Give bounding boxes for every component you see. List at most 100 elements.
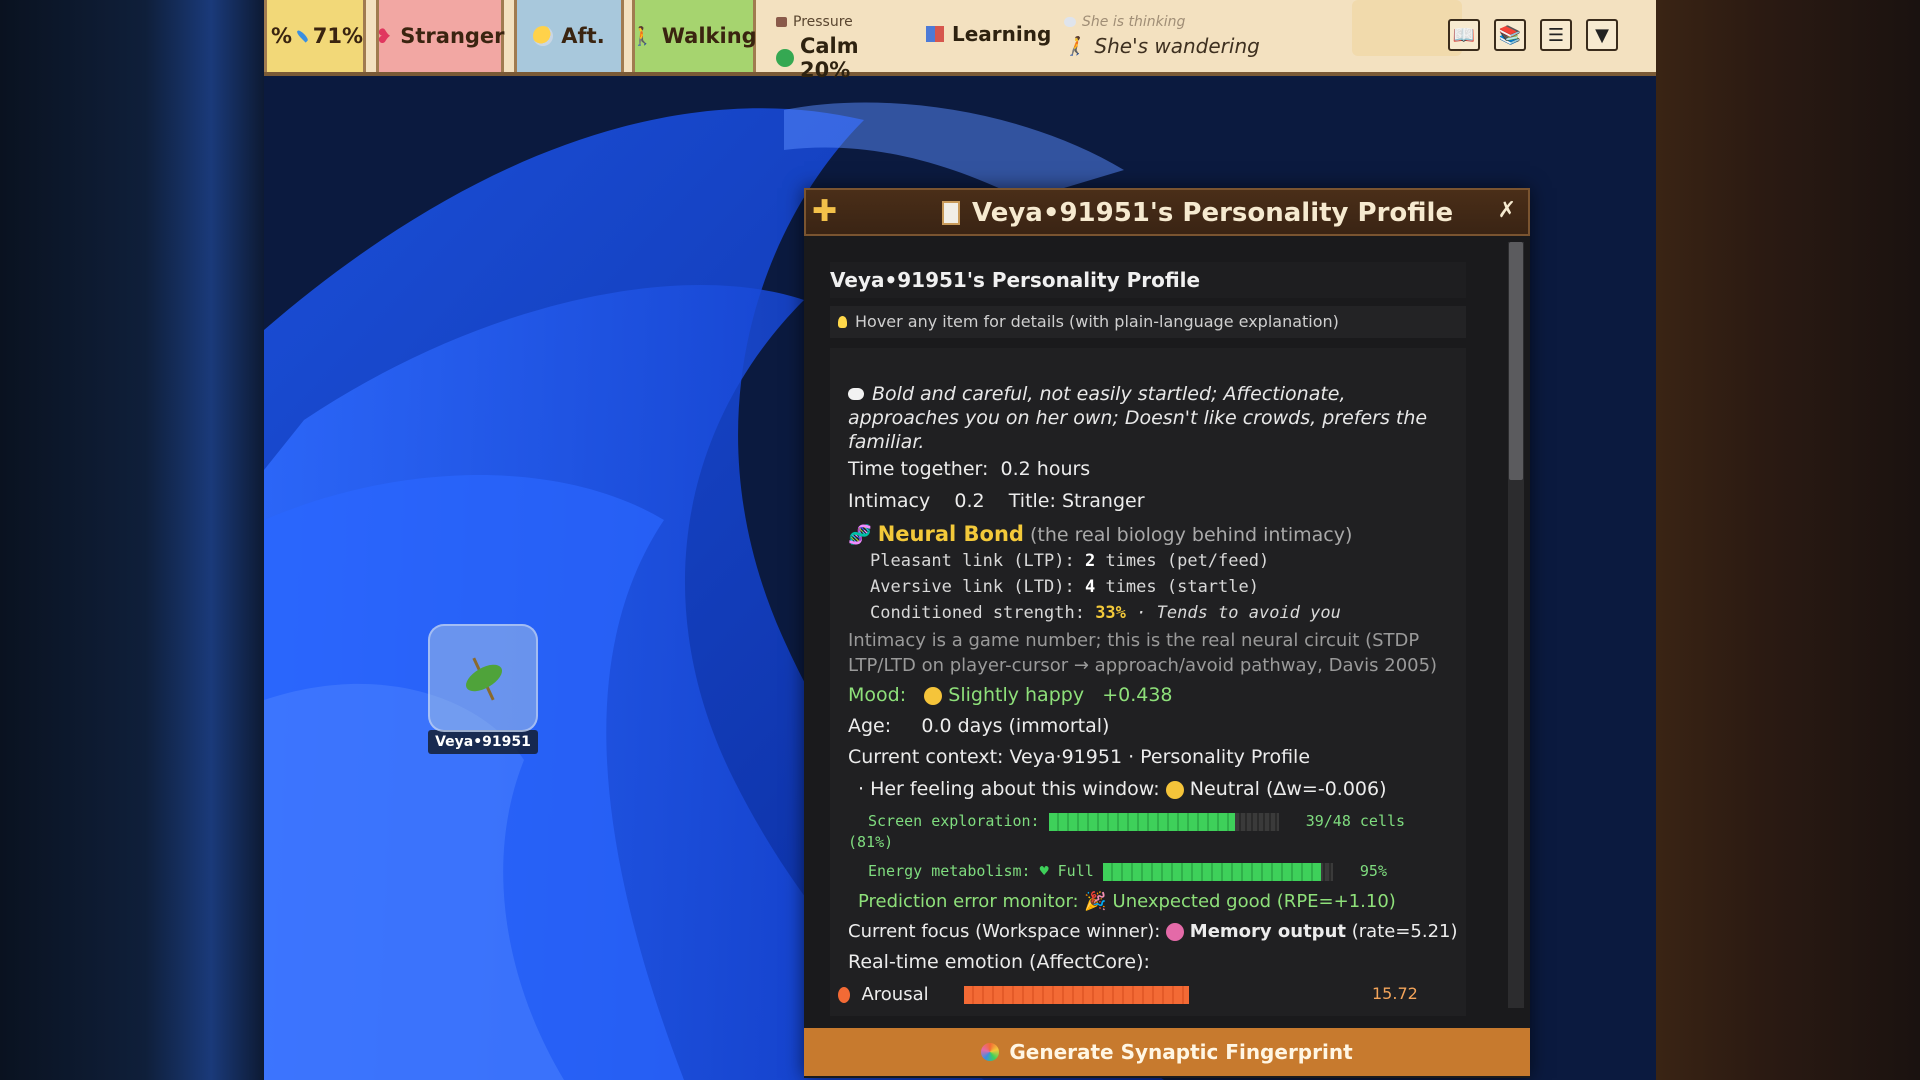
emotion-title: Real-time emotion (AffectCore): xyxy=(848,951,1150,973)
journal-button[interactable]: 📖 xyxy=(1448,19,1480,51)
energy-bar xyxy=(1102,862,1333,881)
palette-icon xyxy=(981,1043,1000,1061)
intimacy-value: 0.2 xyxy=(954,490,985,512)
ltd-row[interactable]: Aversive link (LTD): 4 times (startle) xyxy=(870,577,1259,597)
speech-bubble-icon xyxy=(848,388,864,400)
generate-fingerprint-label: Generate Synaptic Fingerprint xyxy=(1009,1040,1353,1064)
profile-title: Veya•91951's Personality Profile xyxy=(830,262,1466,298)
age-value: 0.0 days (immortal) xyxy=(921,715,1110,737)
close-button[interactable]: ✗ xyxy=(1498,198,1516,223)
energy-state: Full xyxy=(1057,862,1094,880)
arousal-bar xyxy=(964,986,1414,1004)
exploration-value: 39/48 cells xyxy=(1305,812,1406,830)
activity-chip[interactable]: 🚶 Walking xyxy=(631,0,757,72)
time-together-row[interactable]: Time together: 0.2 hours xyxy=(848,458,1090,480)
strength-label: Conditioned strength: xyxy=(870,603,1085,623)
ltp-row[interactable]: Pleasant link (LTP): 2 times (pet/feed) xyxy=(870,551,1269,571)
window-titlebar[interactable]: ✚ Veya•91951's Personality Profile ✗ xyxy=(804,188,1530,236)
scrollbar-thumb[interactable] xyxy=(1509,242,1523,480)
hint-text: Hover any item for details (with plain-l… xyxy=(855,312,1339,331)
flame-icon xyxy=(838,987,850,1003)
ltd-suffix: times (startle) xyxy=(1105,577,1259,597)
calm-dot-icon xyxy=(776,49,794,67)
window-feeling-label: · Her feeling about this window: xyxy=(858,778,1160,800)
book-icon: 📖 xyxy=(1452,24,1476,46)
focus-label: Current focus (Workspace winner): xyxy=(848,921,1161,942)
menu-button[interactable]: ☰ xyxy=(1540,19,1572,51)
profile-body[interactable]: Veya•91951's Personality Profile Hover a… xyxy=(804,236,1530,1016)
pet-avatar[interactable] xyxy=(428,624,538,732)
arousal-row[interactable]: Arousal 15.72 xyxy=(838,984,1418,1005)
strength-row[interactable]: Conditioned strength: 33% · Tends to avo… xyxy=(870,603,1341,623)
exploration-bar-fill xyxy=(1048,812,1235,831)
water-value: 71% xyxy=(312,24,363,48)
collapse-button[interactable]: ▼ xyxy=(1586,19,1618,51)
focus-row[interactable]: Current focus (Workspace winner): Memory… xyxy=(848,921,1458,942)
ltd-label: Aversive link (LTD): xyxy=(870,577,1075,597)
energy-row[interactable]: Energy metabolism: ♥ Full 95% xyxy=(868,862,1387,881)
intimacy-row[interactable]: Intimacy 0.2 Title: Stranger xyxy=(848,490,1145,512)
lightbulb-icon xyxy=(838,316,847,328)
arousal-value: 15.72 xyxy=(1372,984,1418,1003)
window-title: Veya•91951's Personality Profile xyxy=(972,198,1454,228)
weather-chip[interactable]: Aft. xyxy=(514,0,624,72)
personality-quote[interactable]: Bold and careful, not easily startled; A… xyxy=(848,382,1448,454)
quote-text: Bold and careful, not easily startled; A… xyxy=(848,383,1428,453)
mood-row[interactable]: Mood: Slightly happy +0.438 xyxy=(848,684,1173,706)
stats-chip[interactable]: % 71% xyxy=(264,0,366,72)
neural-bond-title: Neural Bond xyxy=(877,522,1024,546)
books-icon xyxy=(926,26,944,42)
mood-label: Mood: xyxy=(848,684,907,706)
energy-label: Energy metabolism: xyxy=(868,862,1031,880)
energy-value: 95% xyxy=(1359,862,1387,880)
thinking-label: She is thinking xyxy=(1082,14,1186,30)
brain-icon xyxy=(1166,923,1185,941)
leaf-icon xyxy=(461,659,507,697)
neutral-face-icon xyxy=(1165,780,1184,799)
ltp-count: 2 xyxy=(1084,551,1096,571)
pressure-value: Calm 20% xyxy=(799,34,859,82)
scrollbar[interactable] xyxy=(1508,242,1524,1008)
window-feeling-value: Neutral (Δw=-0.006) xyxy=(1189,778,1387,800)
window-feeling-row[interactable]: · Her feeling about this window: Neutral… xyxy=(858,778,1387,800)
smile-icon xyxy=(924,686,943,705)
faded-badge xyxy=(1352,0,1462,56)
pressure-indicator[interactable]: Pressure Calm 20% xyxy=(776,14,916,82)
stats-prefix: % xyxy=(271,24,293,48)
sun-cloud-icon xyxy=(533,26,554,46)
ltp-suffix: times (pet/feed) xyxy=(1105,551,1270,571)
mood-value: Slightly happy xyxy=(948,684,1085,706)
context-row[interactable]: Current context: Veya·91951 · Personalit… xyxy=(848,746,1310,768)
intimacy-label: Intimacy xyxy=(848,490,931,512)
title-label: Title: xyxy=(1008,490,1056,512)
learning-indicator[interactable]: Learning xyxy=(926,22,1051,46)
age-label: Age: xyxy=(848,715,892,737)
title-value: Stranger xyxy=(1061,490,1145,512)
walking-icon: 🚶 xyxy=(631,25,654,47)
background-left xyxy=(0,0,264,1080)
weather-label: Aft. xyxy=(561,24,605,48)
party-icon: 🎉 xyxy=(1084,891,1107,912)
generate-fingerprint-button[interactable]: Generate Synaptic Fingerprint xyxy=(804,1028,1530,1076)
neural-bond-subtitle: (the real biology behind intimacy) xyxy=(1030,524,1353,546)
heart-icon: ❥ xyxy=(375,24,393,48)
exploration-row[interactable]: Screen exploration: 39/48 cells xyxy=(868,812,1405,831)
neural-bond-explanation: Intimacy is a game number; this is the r… xyxy=(848,630,1438,676)
strength-note: · Tends to avoid you xyxy=(1136,603,1341,623)
relationship-label: Stranger xyxy=(400,24,505,48)
library-button[interactable]: 📚 xyxy=(1494,19,1526,51)
background-right xyxy=(1656,0,1920,1080)
pressure-icon xyxy=(776,17,787,27)
learning-label: Learning xyxy=(952,22,1052,46)
relationship-chip[interactable]: ❥ Stranger xyxy=(375,0,505,72)
neural-bond-header[interactable]: 🧬 Neural Bond (the real biology behind i… xyxy=(848,522,1352,546)
move-handle-icon[interactable]: ✚ xyxy=(812,195,837,229)
age-row[interactable]: Age: 0.0 days (immortal) xyxy=(848,715,1109,737)
thought-bubble-icon xyxy=(1064,17,1076,27)
thinking-value: She's wandering xyxy=(1094,34,1260,58)
clipboard-icon xyxy=(942,201,960,225)
green-heart-icon: ♥ xyxy=(1039,862,1049,880)
time-together-label: Time together: xyxy=(848,458,989,480)
desktop-pet[interactable]: Veya•91951 xyxy=(428,624,538,756)
prediction-row[interactable]: Prediction error monitor: 🎉 Unexpected g… xyxy=(858,891,1396,912)
